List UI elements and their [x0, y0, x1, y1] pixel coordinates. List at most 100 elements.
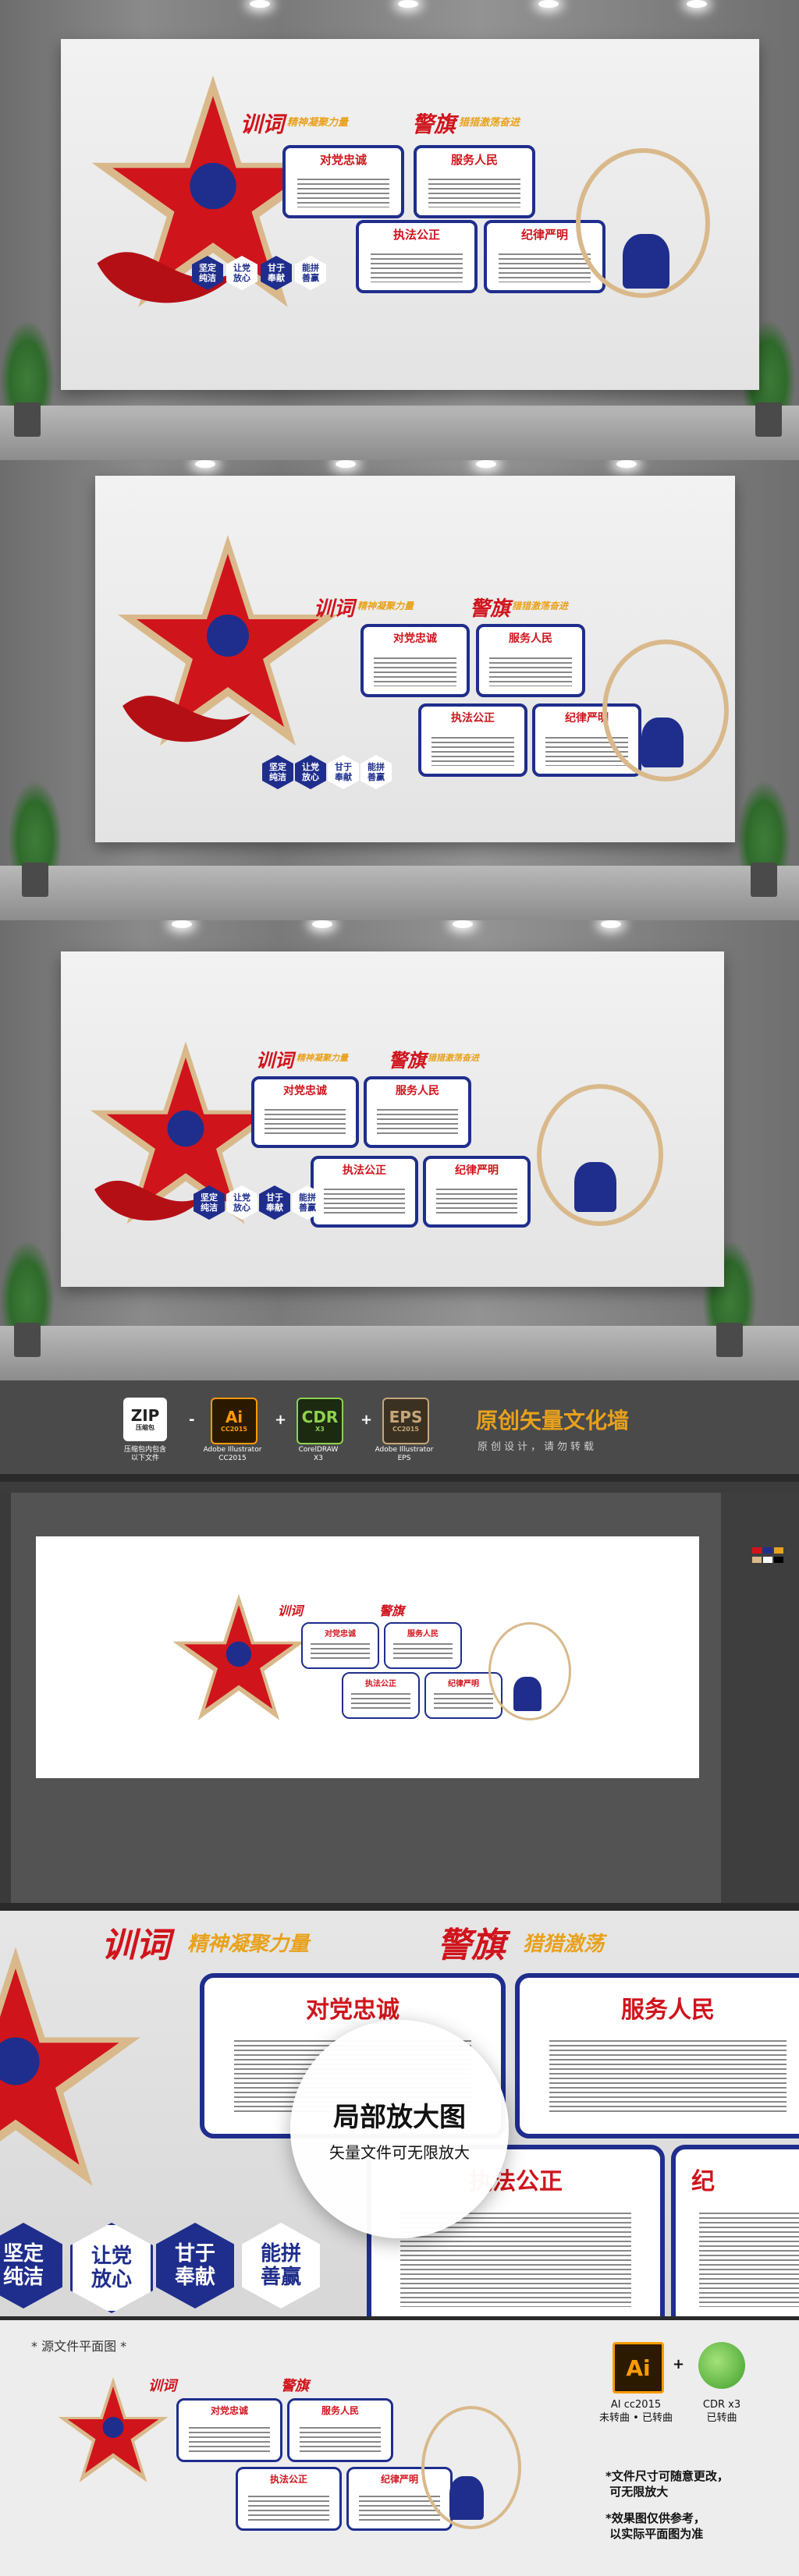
zoom-hex-4: 能拼 善赢 [242, 2223, 320, 2308]
box-title: 对党忠诚 [306, 1997, 400, 2024]
wall-title-right: 警旗 [379, 1603, 405, 1618]
content-box-discipline: 纪律严明 [423, 1156, 531, 1228]
wall-title-left: 训词 [256, 1050, 293, 1072]
wall-title-right-slogan: 猎猎激荡奋进 [428, 1053, 479, 1063]
operator-plus: + [275, 1412, 287, 1428]
illustrator-window: 训词 警旗 对党忠诚 服务人民 执法公正 纪律严明 [0, 1482, 799, 1903]
source-file-label: * 源文件平面图 * [31, 2339, 127, 2354]
spotlight [398, 0, 418, 8]
police-figure-icon [513, 1677, 542, 1711]
wall-title-right-slogan: 猎猎激荡奋进 [459, 117, 520, 129]
ai-caption: Adobe Illustrator CC2015 [203, 1446, 262, 1462]
culture-wall-panel: 训词 精神凝聚力量 警旗 猎猎激荡奋进 对党忠诚 服务人民 执法公正 纪律严明 … [95, 476, 735, 842]
zoom-box-serve-people: 服务人民 [515, 1973, 799, 2138]
room-floor [0, 866, 799, 920]
swatch[interactable] [774, 1547, 783, 1554]
content-box-justice: 执法公正 [311, 1156, 418, 1228]
box-title: 执法公正 [269, 2474, 307, 2485]
cdr-software-icon [698, 2342, 745, 2389]
content-box-serve-people: 服务人民 [287, 2398, 393, 2462]
police-figure-icon [641, 718, 684, 767]
police-badge-icon [167, 1110, 204, 1147]
box-title: 纪律严明 [455, 1164, 499, 1177]
box-title: 对党忠诚 [283, 1085, 327, 1097]
mockup-scene-3: 训词 精神凝聚力量 警旗 猎猎激荡奋进 对党忠诚 服务人民 执法公正 纪律严明 … [0, 920, 799, 1380]
spotlight [172, 920, 192, 928]
content-box-justice: 执法公正 [342, 1672, 420, 1719]
artboard[interactable]: 训词 警旗 对党忠诚 服务人民 执法公正 纪律严明 [36, 1536, 699, 1778]
wall-title-left: 训词 [278, 1603, 304, 1618]
tools-panel[interactable] [0, 1493, 11, 1903]
swatch[interactable] [763, 1557, 772, 1563]
operator-plus: + [360, 1412, 373, 1428]
culture-wall-panel: 训词 精神凝聚力量 警旗 猎猎激荡奋进 对党忠诚 服务人民 执法公正 纪律严明 … [61, 951, 724, 1287]
box-title: 纪 [691, 2168, 715, 2195]
content-box-justice: 执法公正 [418, 703, 527, 777]
box-title: 服务人民 [509, 632, 552, 645]
box-title: 对党忠诚 [319, 153, 367, 167]
police-badge-icon [207, 615, 249, 657]
wall-title-right: 警旗 [389, 1050, 426, 1072]
zip-caption: 压缩包内包含 以下文件 [123, 1446, 166, 1462]
plus-sign: + [673, 2356, 685, 2372]
content-box-loyalty: 对党忠诚 [251, 1076, 359, 1148]
ai-software-icon: Ai [613, 2342, 664, 2394]
police-figure-icon [449, 2476, 484, 2520]
content-box-serve-people: 服务人民 [414, 145, 535, 218]
wall-title-left: 训词 [314, 597, 355, 621]
content-box-serve-people: 服务人民 [364, 1076, 471, 1148]
cdr-software-caption: CDR x3 已转曲 [702, 2399, 741, 2424]
menu-bar[interactable] [0, 1482, 799, 1493]
wall-title-right: 警旗 [412, 112, 456, 137]
wall-title-left-slogan: 精神凝聚力量 [357, 601, 414, 611]
box-title: 执法公正 [392, 228, 440, 242]
potted-plant [8, 780, 62, 897]
wall-title-left: 训词 [148, 2378, 176, 2394]
box-title: 对党忠诚 [393, 632, 437, 645]
mockup-scene-1: 训词 精神凝聚力量 警旗 猎猎激荡奋进 对党忠诚 服务人民 执法公正 纪律严明 … [0, 0, 799, 460]
zoom-banner-left: 训词 [101, 1926, 170, 1965]
box-title: 执法公正 [451, 712, 495, 725]
spotlight [687, 0, 707, 8]
swatch[interactable] [774, 1557, 783, 1563]
mockup-scene-2: 训词 精神凝聚力量 警旗 猎猎激荡奋进 对党忠诚 服务人民 执法公正 纪律严明 … [0, 460, 799, 920]
box-title: 服务人民 [407, 1630, 439, 1639]
box-title: 服务人民 [621, 1997, 715, 2024]
potted-plant [737, 780, 791, 897]
police-badge-icon [190, 162, 236, 210]
content-box-loyalty: 对党忠诚 [176, 2398, 282, 2462]
box-title: 执法公正 [343, 1164, 386, 1177]
eps-format-icon: EPS CC2015 [382, 1398, 429, 1444]
spotlight [476, 460, 496, 468]
cdr-caption: CorelDRAW X3 [298, 1446, 339, 1462]
swatch[interactable] [752, 1547, 762, 1554]
room-floor [0, 406, 799, 460]
wall-title-left: 训词 [240, 112, 285, 137]
police-figure-icon [574, 1162, 616, 1212]
lens-subtitle: 矢量文件可无限放大 [329, 2143, 470, 2162]
star-emblem [0, 1947, 140, 2186]
spotlight [453, 920, 473, 928]
spotlight [312, 920, 332, 928]
eps-caption: Adobe Illustrator EPS [375, 1446, 434, 1462]
file-format-band: ZIP 压缩包 压缩包内包含 以下文件 - Ai CC2015 Adobe Il… [0, 1380, 799, 1474]
swatch[interactable] [752, 1557, 762, 1563]
ai-format-icon: Ai CC2015 [211, 1398, 257, 1444]
zoom-hex-3: 甘于 奉献 [156, 2223, 234, 2308]
promo-title: 原创矢量文化墙 [476, 1408, 630, 1433]
notes: *文件尺寸可随意更改， 可无限放大 *效果图仅供参考， 以实际平面图为准 [605, 2468, 729, 2542]
box-title: 服务人民 [396, 1085, 439, 1097]
content-box-justice: 执法公正 [236, 2467, 342, 2531]
box-title: 服务人民 [321, 2405, 359, 2416]
swatch[interactable] [763, 1547, 772, 1554]
content-box-loyalty: 对党忠诚 [301, 1622, 379, 1669]
spotlight [336, 460, 356, 468]
spotlight [250, 0, 270, 8]
room-floor [0, 1326, 799, 1380]
swatches-panel[interactable] [721, 1493, 799, 1903]
box-title: 对党忠诚 [325, 1630, 356, 1639]
zoom-banner-left-slogan: 精神凝聚力量 [187, 1933, 310, 1956]
wall-title-left-slogan: 精神凝聚力量 [297, 1053, 348, 1063]
magnifier-lens: 局部放大图 矢量文件可无限放大 [290, 2020, 509, 2238]
content-box-serve-people: 服务人民 [476, 624, 585, 697]
